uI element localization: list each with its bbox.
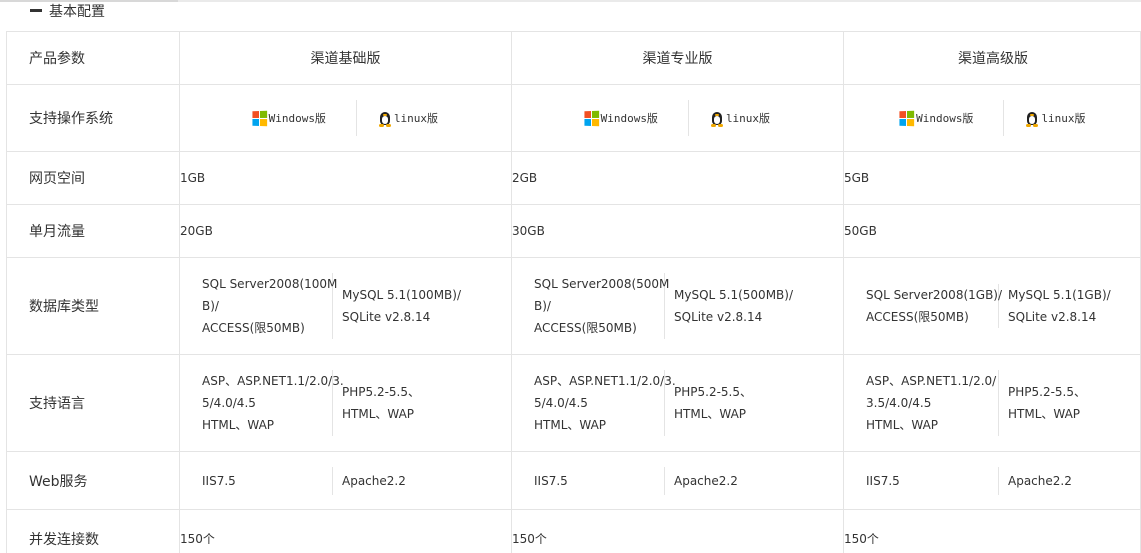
column-header-basic: 渠道基础版: [179, 31, 512, 85]
web-right-pro: Apache2.2: [674, 473, 738, 488]
collapse-dash-icon[interactable]: [30, 9, 42, 12]
lang-left-basic: ASP、ASP.NET1.1/2.0/3. 5/4.0/4.5 HTML、WAP: [180, 370, 344, 436]
row-label-os: 支持操作系统: [6, 84, 180, 152]
flow-value-advanced: 50GB: [843, 204, 1141, 258]
os-label-windows: Windows版: [268, 112, 326, 125]
linux-tux-icon: [378, 110, 391, 127]
conn-value-advanced: 150个: [843, 509, 1141, 553]
flow-value-basic: 20GB: [179, 204, 512, 258]
windows-logo-icon: [584, 110, 599, 126]
linux-tux-icon: [1026, 110, 1039, 127]
lang-right-basic: PHP5.2-5.5、 HTML、WAP: [342, 385, 420, 421]
web-left-advanced: IIS7.5: [844, 466, 999, 495]
table-row-flow: 单月流量 20GB 30GB 50GB: [6, 204, 1141, 258]
windows-logo-icon: [899, 110, 915, 126]
table-row-header: 产品参数 渠道基础版 渠道专业版 渠道高级版: [6, 31, 1141, 85]
db-right-basic: MySQL 5.1(100MB)/ SQLite v2.8.14: [342, 288, 461, 324]
db-left-advanced: SQL Server2008(1GB)/ ACCESS(限50MB): [844, 284, 1002, 328]
os-label-linux: linux版: [725, 112, 771, 125]
lang-right-pro: PHP5.2-5.5、 HTML、WAP: [674, 385, 752, 421]
os-cell-advanced: Windows版 linux版: [843, 84, 1141, 152]
web-right-advanced: Apache2.2: [1008, 473, 1072, 488]
web-cell-basic: IIS7.5 Apache2.2: [179, 451, 512, 510]
table-row-db: 数据库类型 SQL Server2008(100M B)/ ACCESS(限50…: [6, 257, 1141, 355]
conn-value-basic: 150个: [179, 509, 512, 553]
row-label-conn: 并发连接数: [6, 509, 180, 553]
page: 基本配置 产品参数 渠道基础版 渠道专业版 渠道高级版 支持操作系统 Windo…: [0, 0, 1141, 553]
os-label-linux: linux版: [393, 112, 439, 125]
lang-left-advanced: ASP、ASP.NET1.1/2.0/ 3.5/4.0/4.5 HTML、WAP: [844, 370, 999, 436]
os-option-windows[interactable]: Windows版: [584, 100, 689, 136]
web-left-pro: IIS7.5: [512, 466, 665, 495]
db-right-pro: MySQL 5.1(500MB)/ SQLite v2.8.14: [674, 288, 793, 324]
spec-table: 产品参数 渠道基础版 渠道专业版 渠道高级版 支持操作系统 Windows版 l…: [6, 31, 1141, 553]
os-option-windows[interactable]: Windows版: [252, 100, 357, 136]
column-header-pro: 渠道专业版: [511, 31, 844, 85]
web-cell-pro: IIS7.5 Apache2.2: [511, 451, 844, 510]
space-value-basic: 1GB: [179, 151, 512, 205]
os-label-windows: Windows版: [916, 112, 974, 125]
table-row-conn: 并发连接数 150个 150个 150个: [6, 509, 1141, 553]
space-value-pro: 2GB: [511, 151, 844, 205]
section-title: 基本配置: [49, 4, 105, 20]
db-left-basic: SQL Server2008(100M B)/ ACCESS(限50MB): [180, 273, 337, 339]
lang-right-advanced: PHP5.2-5.5、 HTML、WAP: [1008, 385, 1086, 421]
row-label-db: 数据库类型: [6, 257, 180, 355]
lang-cell-pro: ASP、ASP.NET1.1/2.0/3. 5/4.0/4.5 HTML、WAP…: [511, 354, 844, 452]
linux-tux-icon: [710, 110, 723, 127]
windows-logo-icon: [252, 110, 267, 126]
os-option-windows[interactable]: Windows版: [899, 100, 1005, 136]
os-label-linux: linux版: [1041, 112, 1086, 125]
os-cell-basic: Windows版 linux版: [179, 84, 512, 152]
os-option-linux[interactable]: linux版: [1004, 100, 1086, 136]
space-value-advanced: 5GB: [843, 151, 1141, 205]
row-label-params: 产品参数: [6, 31, 180, 85]
row-label-lang: 支持语言: [6, 354, 180, 452]
db-left-pro: SQL Server2008(500M B)/ ACCESS(限50MB): [512, 273, 669, 339]
web-cell-advanced: IIS7.5 Apache2.2: [843, 451, 1141, 510]
row-label-web: Web服务: [6, 451, 180, 510]
column-header-advanced: 渠道高级版: [843, 31, 1141, 85]
flow-value-pro: 30GB: [511, 204, 844, 258]
db-cell-pro: SQL Server2008(500M B)/ ACCESS(限50MB) My…: [511, 257, 844, 355]
os-cell-pro: Windows版 linux版: [511, 84, 844, 152]
table-row-web: Web服务 IIS7.5 Apache2.2 IIS7.5 Apache2.2 …: [6, 451, 1141, 510]
lang-cell-basic: ASP、ASP.NET1.1/2.0/3. 5/4.0/4.5 HTML、WAP…: [179, 354, 512, 452]
row-label-space: 网页空间: [6, 151, 180, 205]
lang-left-pro: ASP、ASP.NET1.1/2.0/3. 5/4.0/4.5 HTML、WAP: [512, 370, 676, 436]
table-row-os: 支持操作系统 Windows版 linux版 Windows版 linux版 W…: [6, 84, 1141, 152]
section-header[interactable]: 基本配置: [0, 0, 1141, 30]
row-label-flow: 单月流量: [6, 204, 180, 258]
db-cell-basic: SQL Server2008(100M B)/ ACCESS(限50MB) My…: [179, 257, 512, 355]
table-row-lang: 支持语言 ASP、ASP.NET1.1/2.0/3. 5/4.0/4.5 HTM…: [6, 354, 1141, 452]
os-option-linux[interactable]: linux版: [357, 100, 438, 136]
db-right-advanced: MySQL 5.1(1GB)/ SQLite v2.8.14: [1008, 288, 1111, 324]
db-cell-advanced: SQL Server2008(1GB)/ ACCESS(限50MB) MySQL…: [843, 257, 1141, 355]
os-label-windows: Windows版: [600, 112, 658, 125]
web-right-basic: Apache2.2: [342, 473, 406, 488]
os-option-linux[interactable]: linux版: [689, 100, 770, 136]
conn-value-pro: 150个: [511, 509, 844, 553]
table-row-space: 网页空间 1GB 2GB 5GB: [6, 151, 1141, 205]
web-left-basic: IIS7.5: [180, 466, 333, 495]
lang-cell-advanced: ASP、ASP.NET1.1/2.0/ 3.5/4.0/4.5 HTML、WAP…: [843, 354, 1141, 452]
